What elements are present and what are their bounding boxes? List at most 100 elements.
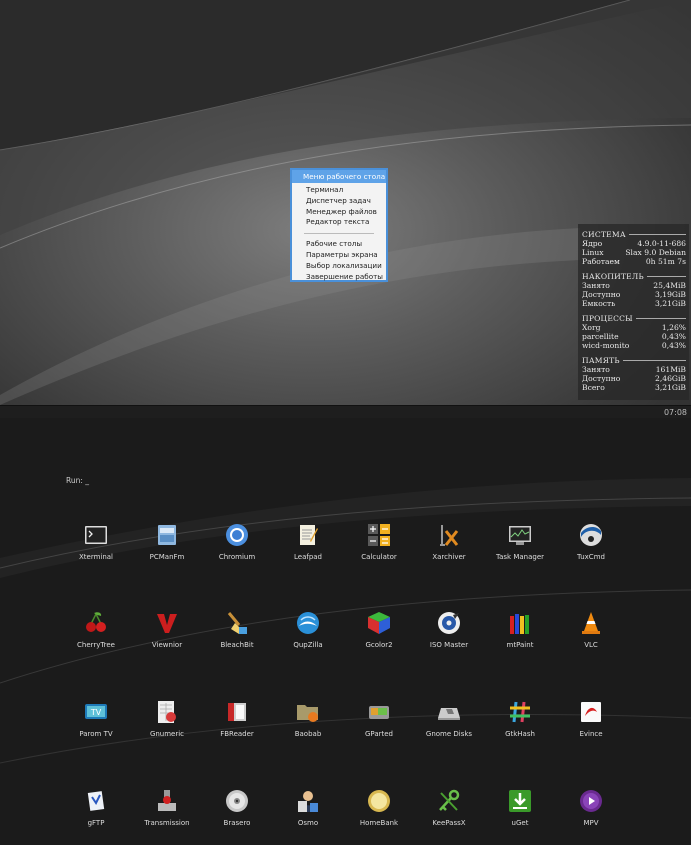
app-launcher-evince[interactable]: Evince <box>556 700 626 748</box>
app-label: CherryTree <box>77 641 115 649</box>
desktop: Меню рабочего стола Терминал Диспетчер з… <box>0 0 691 418</box>
pencils-icon <box>510 614 529 634</box>
app-launcher-chromium[interactable]: Chromium <box>202 523 272 571</box>
app-launcher-uget[interactable]: uGet <box>485 789 555 837</box>
app-launcher-mtpaint[interactable]: mtPaint <box>485 611 555 659</box>
process-name: parcellite <box>582 332 619 341</box>
uptime-value: 0h 51m 7s <box>645 257 686 266</box>
qupzilla-icon <box>297 612 319 634</box>
app-launcher-pcmanfm[interactable]: PCManFm <box>132 523 202 571</box>
broom-icon <box>227 612 247 634</box>
app-launcher-osmo[interactable]: Osmo <box>273 789 343 837</box>
ftp-icon <box>87 791 105 811</box>
menu-item-file-manager[interactable]: Менеджер файлов <box>292 207 386 218</box>
app-launcher-keepassx[interactable]: KeePassX <box>414 789 484 837</box>
app-launcher-gnome-disks[interactable]: Gnome Disks <box>414 700 484 748</box>
app-launcher-qupzilla[interactable]: QupZilla <box>273 611 343 659</box>
cd-icon <box>226 790 248 812</box>
tv-icon: TV <box>85 704 107 719</box>
viewnior-icon <box>157 614 177 633</box>
menu-item-text-editor[interactable]: Редактор текста <box>292 217 386 228</box>
app-label: Leafpad <box>293 553 322 561</box>
desktop-menu-title: Меню рабочего стола <box>292 170 386 183</box>
app-launcher-vlc[interactable]: VLC <box>556 611 626 659</box>
svg-text:TV: TV <box>90 708 102 717</box>
app-launcher-gftp[interactable]: gFTP <box>61 789 131 837</box>
app-launcher-gtkhash[interactable]: GtkHash <box>485 700 555 748</box>
vlc-cone-icon <box>582 612 600 634</box>
menu-separator <box>304 233 374 235</box>
process-name: wicd-monito <box>582 341 630 350</box>
app-launcher-xterminal[interactable]: Xterminal <box>61 523 131 571</box>
system-monitor: СИСТЕМА Ядро 4.9.0-11-686 Linux Slax 9.0 D… <box>578 224 689 400</box>
run-prompt[interactable]: Run: _ <box>66 476 89 485</box>
system-title: СИСТЕМА <box>582 229 626 239</box>
memory-used-label: Занято <box>582 365 610 374</box>
app-label: Xarchiver <box>432 553 466 561</box>
app-launcher-gnumeric[interactable]: Gnumeric <box>132 700 202 748</box>
memory-total-label: Всего <box>582 383 605 392</box>
storage-used-value: 25,4MiB <box>653 281 686 290</box>
app-label: gFTP <box>87 819 105 827</box>
task-manager-icon <box>509 526 531 545</box>
menu-item-shutdown[interactable]: Завершение работы <box>292 272 386 283</box>
app-launcher-gcolor2[interactable]: Gcolor2 <box>344 611 414 659</box>
app-launcher-task-manager[interactable]: Task Manager <box>485 523 555 571</box>
app-launcher-viewnior[interactable]: Viewnior <box>132 611 202 659</box>
memory-title: ПАМЯТЬ <box>582 355 620 365</box>
app-launcher-tuxcmd[interactable]: TuxCmd <box>556 523 626 571</box>
app-label: FBReader <box>220 730 254 738</box>
app-label: Transmission <box>144 819 190 827</box>
app-launcher-transmission[interactable]: Transmission <box>132 789 202 837</box>
app-label: GtkHash <box>505 730 535 738</box>
app-label: BleachBit <box>220 641 254 649</box>
app-label: GParted <box>365 730 393 738</box>
app-label: Osmo <box>297 819 319 827</box>
app-launcher-gparted[interactable]: GParted <box>344 700 414 748</box>
menu-item-terminal[interactable]: Терминал <box>292 185 386 196</box>
process-cpu: 1,26% <box>661 323 686 332</box>
file-manager-icon <box>158 525 176 545</box>
storage-capacity-value: 3,21GiB <box>655 299 686 308</box>
menu-item-display-settings[interactable]: Параметры экрана <box>292 250 386 261</box>
app-launcher-brasero[interactable]: Brasero <box>202 789 272 837</box>
storage-free-label: Доступно <box>582 290 621 299</box>
app-launcher-fbreader[interactable]: FBReader <box>202 700 272 748</box>
app-launcher-mpv[interactable]: MPV <box>556 789 626 837</box>
app-launcher-bleachbit[interactable]: BleachBit <box>202 611 272 659</box>
app-launcher-xarchiver[interactable]: Xarchiver <box>414 523 484 571</box>
memory-free-label: Доступно <box>582 374 621 383</box>
app-label: QupZilla <box>293 641 323 649</box>
tuxcmd-icon <box>580 524 602 546</box>
app-launcher-calculator[interactable]: Calculator <box>344 523 414 571</box>
app-launcher-homebank[interactable]: HomeBank <box>344 789 414 837</box>
calculator-icon <box>368 524 390 546</box>
menu-item-task-manager[interactable]: Диспетчер задач <box>292 196 386 207</box>
desktop-menu: Меню рабочего стола Терминал Диспетчер з… <box>290 168 388 282</box>
storage-title: НАКОПИТЕЛЬ <box>582 271 644 281</box>
processes-title: ПРОЦЕССЫ <box>582 313 633 323</box>
organizer-icon <box>298 791 318 812</box>
menu-item-locale[interactable]: Выбор локализации <box>292 261 386 272</box>
book-icon <box>228 703 246 721</box>
distro-value: Slax 9.0 Debian <box>625 248 686 257</box>
hash-icon <box>510 701 530 723</box>
memory-free-value: 2,46GiB <box>655 374 686 383</box>
menu-item-workspaces[interactable]: Рабочие столы <box>292 239 386 250</box>
app-label: TuxCmd <box>577 553 605 561</box>
app-launcher-baobab[interactable]: Baobab <box>273 700 343 748</box>
kernel-value: 4.9.0-11-686 <box>637 239 686 248</box>
app-launcher-cherrytree[interactable]: CherryTree <box>61 611 131 659</box>
clock[interactable]: 07:08 <box>664 406 687 418</box>
app-launcher-iso-master[interactable]: ISO Master <box>414 611 484 659</box>
keys-icon <box>439 789 460 811</box>
app-launcher-leafpad[interactable]: Leafpad <box>273 523 343 571</box>
system-section: СИСТЕМА Ядро 4.9.0-11-686 Linux Slax 9.0 D… <box>582 229 686 266</box>
storage-section: НАКОПИТЕЛЬ Занято 25,4MiB Доступно 3,19GiB… <box>582 271 686 308</box>
disc-icon <box>438 612 460 634</box>
app-label: KeePassX <box>432 819 466 827</box>
chromium-icon <box>226 524 248 546</box>
app-launcher-parom-tv[interactable]: TV Parom TV <box>61 700 131 748</box>
app-label: Baobab <box>294 730 322 738</box>
app-label: Gnome Disks <box>425 730 473 738</box>
